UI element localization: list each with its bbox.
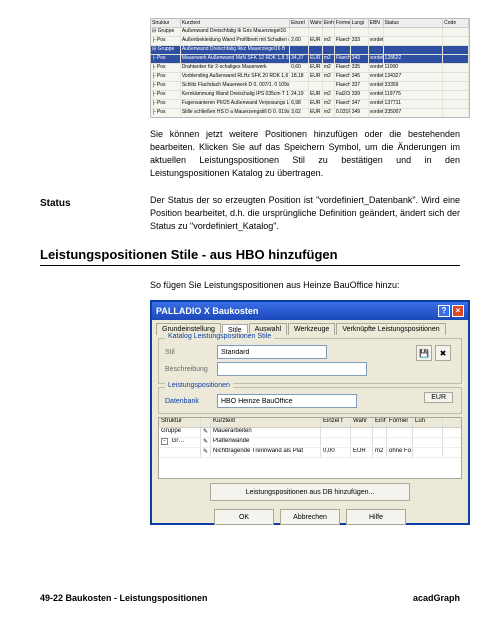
tab-verknüpfte-leistungspositionen[interactable]: Verknüpfte Leistungspositionen [336,323,445,335]
tab-werkzeuge[interactable]: Werkzeuge [288,323,335,335]
intro-text: So fügen Sie Leistungspositionen aus Hei… [150,280,460,290]
footer-left: 49-22 Baukosten - Leistungspositionen [40,593,208,603]
dialog-title: PALLADIO X Baukosten [156,306,258,316]
datenbank-label: Datenbank [165,398,213,405]
positions-table: StrukturKurztextEinzelWahrEinhFormelLung… [150,18,470,118]
dialog-titlebar: PALLADIO X Baukosten ? × [152,302,468,320]
stil-dropdown[interactable] [217,345,327,359]
beschreibung-input[interactable] [217,362,367,376]
mini-positions-table[interactable]: StrukturKurztextEinzel fWahrEinhFormelLu… [158,417,462,479]
paragraph-1: Sie können jetzt weitere Positionen hinz… [150,128,460,180]
paragraph-2: Der Status der so erzeugten Position ist… [150,194,460,233]
status-heading: Status [40,198,71,209]
ok-button[interactable]: OK [214,509,274,525]
footer-right: acadGraph [413,593,460,603]
group-lp-legend: Leistungspositionen [165,382,233,389]
delete-icon[interactable]: ✖ [435,345,451,361]
stil-label: Stil [165,349,213,356]
add-from-db-button[interactable]: Leistungspositionen aus DB hinzufügen... [210,483,410,501]
help-button[interactable]: Hilfe [346,509,406,525]
beschreibung-label: Beschreibung [165,366,213,373]
datenbank-dropdown[interactable] [217,394,357,408]
section-heading: Leistungspositionen Stile - aus HBO hinz… [40,247,460,266]
group-katalog-legend: Katalog Leistungspositionen Stile [165,333,274,340]
cancel-button[interactable]: Abbrechen [280,509,340,525]
group-leistungspositionen: Leistungspositionen EUR Datenbank [158,387,462,414]
close-icon[interactable]: × [452,305,464,317]
help-icon[interactable]: ? [438,305,450,317]
baukosten-dialog: PALLADIO X Baukosten ? × Grundeinstellun… [150,300,470,525]
save-icon[interactable]: 💾 [416,345,432,361]
currency-button[interactable]: EUR [424,392,453,403]
group-katalog: Katalog Leistungspositionen Stile 💾 ✖ St… [158,338,462,384]
